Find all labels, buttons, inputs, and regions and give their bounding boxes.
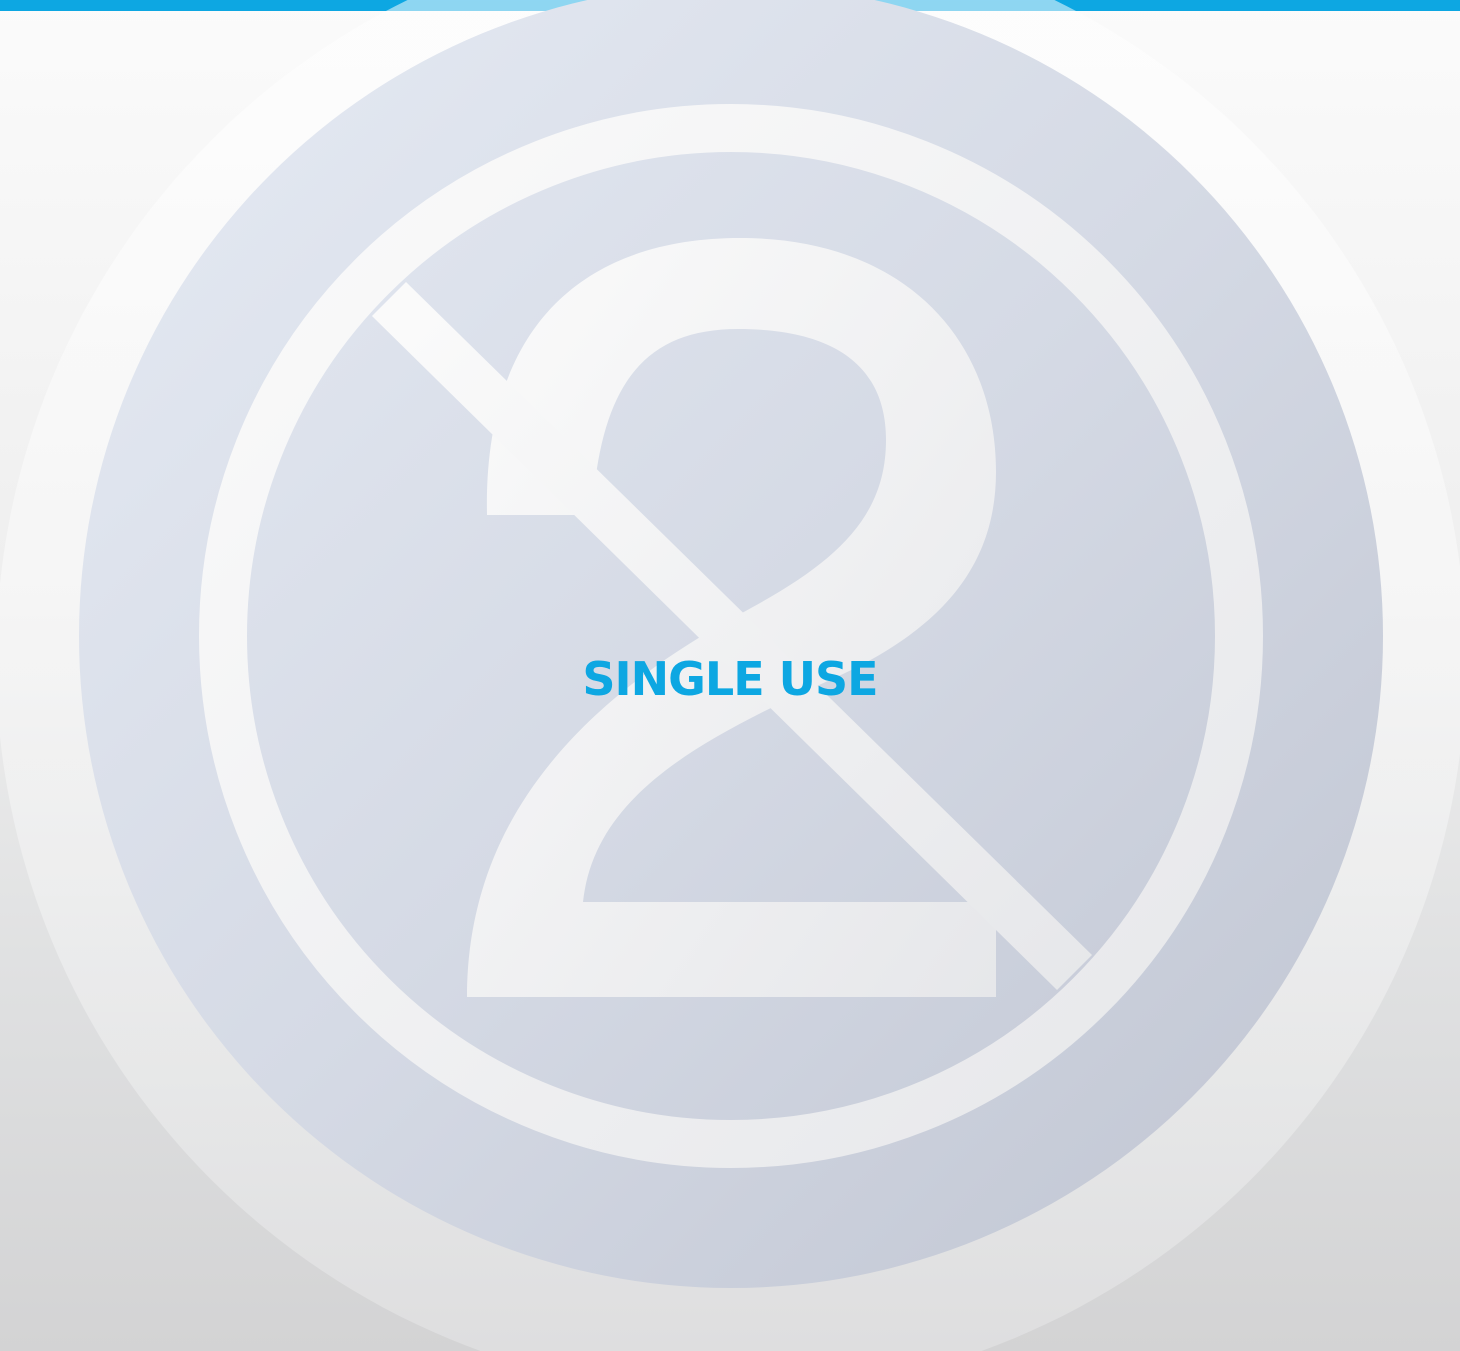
single-use-label: SINGLE USE xyxy=(582,652,878,706)
